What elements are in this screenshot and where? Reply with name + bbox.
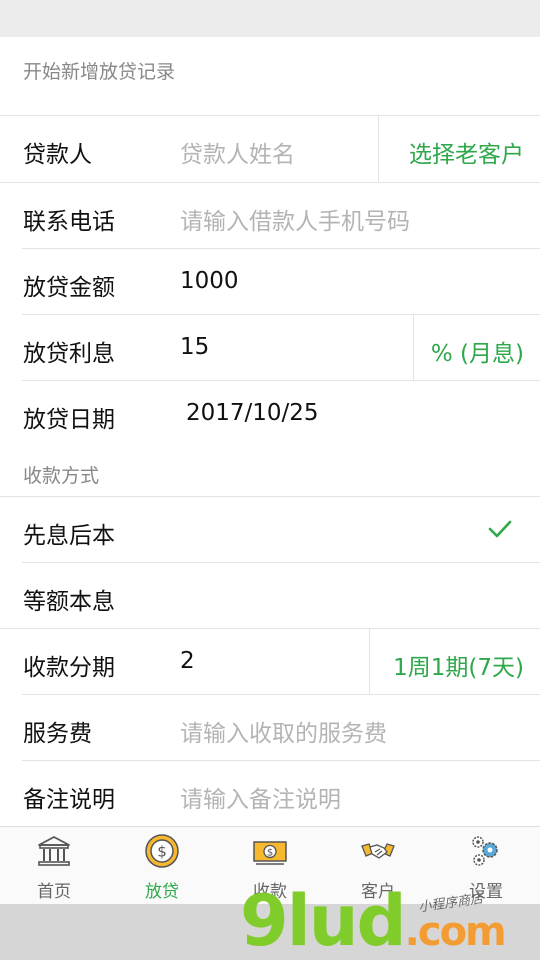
- date-picker[interactable]: 2017/10/25: [186, 400, 319, 426]
- borrower-row: 贷款人 贷款人姓名 选择老客户: [0, 116, 540, 182]
- divider: [378, 116, 379, 182]
- tab-home[interactable]: 首页: [0, 827, 108, 905]
- interest-label: 放贷利息: [23, 341, 115, 367]
- payment-method-title: 收款方式: [23, 465, 100, 487]
- phone-row: 联系电话 请输入借款人手机号码: [0, 183, 540, 249]
- amount-row: 放贷金额 1000: [0, 249, 540, 315]
- status-bar: [0, 0, 540, 37]
- form-header: 开始新增放贷记录: [0, 37, 540, 115]
- remark-row: 备注说明 请输入备注说明: [0, 761, 540, 827]
- divider: [369, 629, 370, 695]
- tab-label: 首页: [37, 882, 71, 902]
- checkmark-icon: [488, 520, 512, 538]
- tab-lend[interactable]: $ 放贷: [108, 827, 216, 905]
- cash-icon: $: [253, 841, 287, 865]
- phone-input[interactable]: 请输入借款人手机号码: [180, 202, 410, 236]
- handshake-icon: [361, 843, 395, 859]
- installment-period-button[interactable]: 1周1期(7天): [393, 648, 524, 682]
- installments-row: 收款分期 2 1周1期(7天): [0, 629, 540, 695]
- payment-method-header: 收款方式: [0, 447, 540, 497]
- bank-icon: [38, 836, 70, 866]
- svg-text:$: $: [157, 843, 167, 861]
- interest-input[interactable]: 15: [180, 334, 209, 360]
- date-row: 放贷日期 2017/10/25: [0, 381, 540, 447]
- watermark-domain: .com: [404, 909, 507, 955]
- watermark-brand: 9lud: [240, 880, 407, 960]
- coin-icon: $: [145, 834, 179, 868]
- remark-input[interactable]: 请输入备注说明: [180, 780, 341, 814]
- service-fee-row: 服务费 请输入收取的服务费: [0, 695, 540, 761]
- service-fee-label: 服务费: [23, 721, 92, 747]
- payment-option-interest-first[interactable]: 先息后本: [0, 497, 540, 563]
- svg-text:$: $: [267, 848, 273, 859]
- form-header-title: 开始新增放贷记录: [23, 61, 176, 83]
- payment-option-label: 等额本息: [23, 589, 115, 615]
- gears-icon: [472, 836, 498, 866]
- interest-unit-button[interactable]: % (月息): [431, 334, 524, 368]
- phone-label: 联系电话: [23, 209, 115, 235]
- payment-option-label: 先息后本: [23, 523, 115, 549]
- payment-option-equal-installment[interactable]: 等额本息: [0, 563, 540, 629]
- installments-label: 收款分期: [23, 655, 115, 681]
- amount-label: 放贷金额: [23, 275, 115, 301]
- borrower-name-input[interactable]: 贷款人姓名: [180, 135, 295, 169]
- remark-label: 备注说明: [23, 787, 115, 813]
- borrower-label: 贷款人: [23, 142, 92, 168]
- select-old-customer-button[interactable]: 选择老客户: [409, 135, 524, 169]
- divider: [413, 315, 414, 381]
- service-fee-input[interactable]: 请输入收取的服务费: [180, 714, 387, 748]
- interest-row: 放贷利息 15 % (月息): [0, 315, 540, 381]
- amount-input[interactable]: 1000: [180, 268, 239, 294]
- tab-label: 放贷: [145, 882, 179, 902]
- installments-input[interactable]: 2: [180, 648, 195, 674]
- date-label: 放贷日期: [23, 407, 115, 433]
